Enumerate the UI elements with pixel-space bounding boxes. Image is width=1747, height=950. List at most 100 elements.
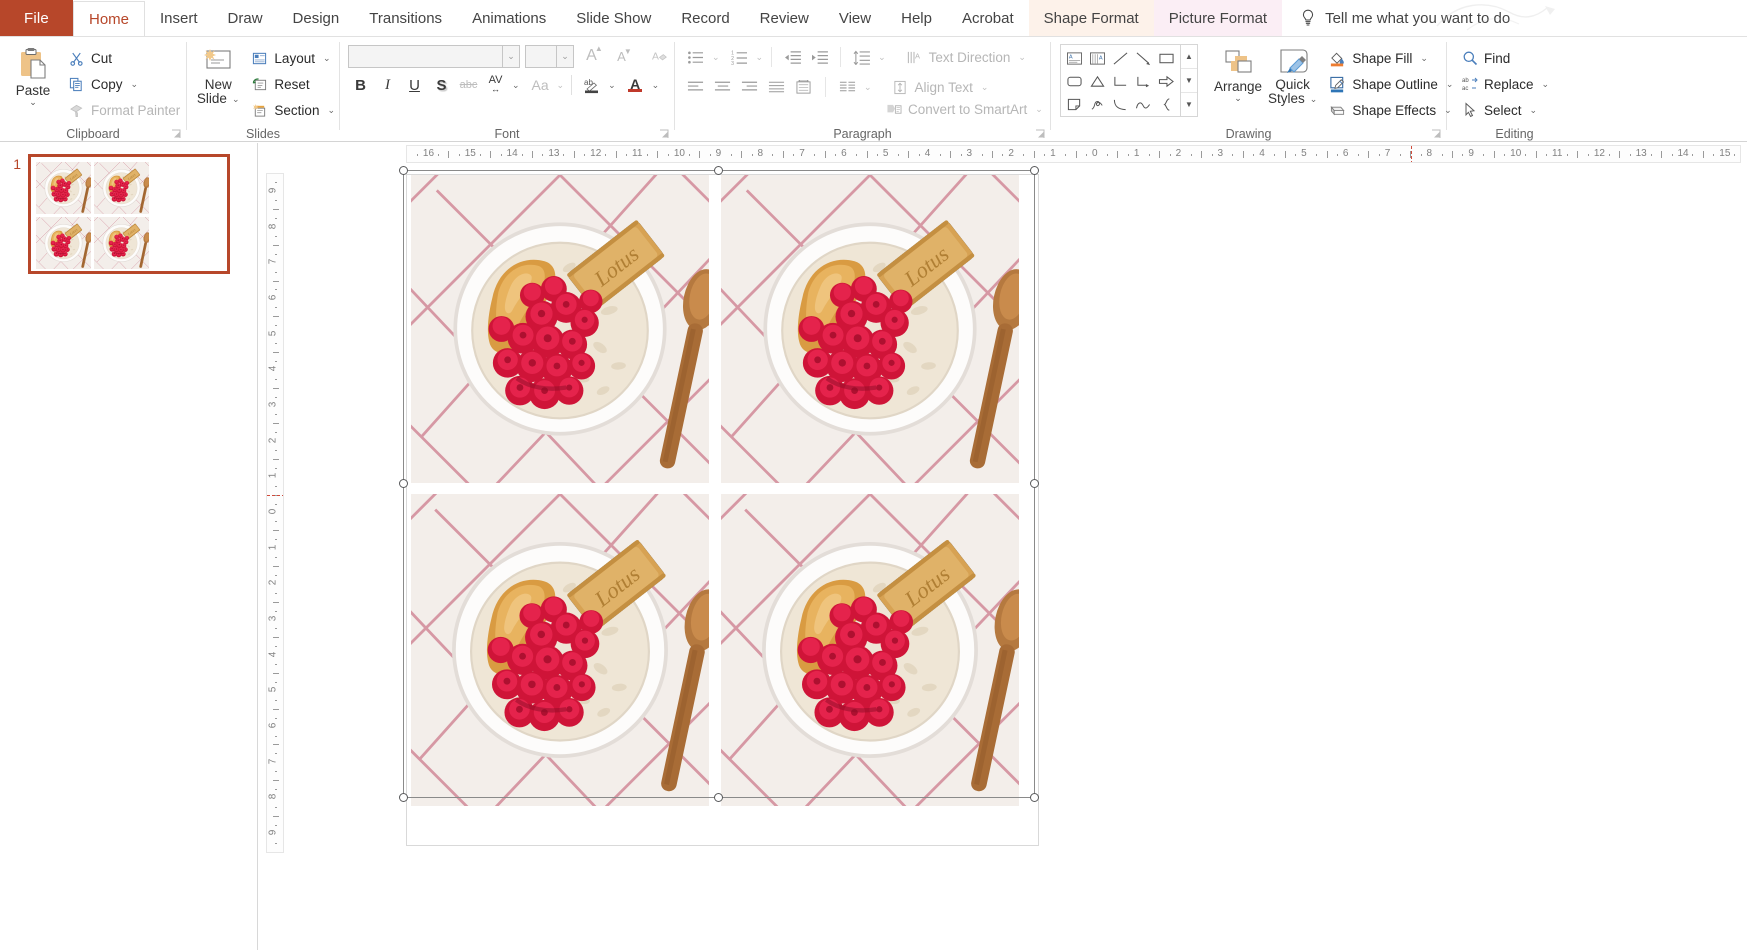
- tab-picture-format[interactable]: Picture Format: [1153, 0, 1283, 36]
- underline-button[interactable]: U: [402, 73, 427, 98]
- tab-design[interactable]: Design: [278, 0, 355, 36]
- slide-thumbnail-pane[interactable]: 1: [0, 143, 258, 950]
- text-highlight-chevron-down-icon[interactable]: ⌄: [608, 80, 616, 91]
- new-slide-button[interactable]: New Slide ⌄: [195, 42, 241, 106]
- character-spacing-chevron-down-icon[interactable]: ⌄: [512, 80, 520, 91]
- format-painter-button[interactable]: Format Painter: [64, 97, 184, 123]
- decrease-indent-button[interactable]: [780, 45, 805, 70]
- text-direction-button[interactable]: A Text Direction ⌄: [902, 44, 1030, 70]
- shape-left-brace[interactable]: [1155, 93, 1178, 116]
- shape-vertical-textbox[interactable]: A: [1086, 47, 1109, 70]
- columns-button[interactable]: [791, 75, 816, 100]
- vertical-ruler[interactable]: 9 8 7 6 5 4 3 2 1 0 1 2 3 4 5 6 7 8 9: [266, 173, 284, 853]
- paste-button[interactable]: Paste ⌄: [8, 42, 58, 107]
- shape-line[interactable]: [1109, 47, 1132, 70]
- bullets-chevron-down-icon[interactable]: ⌄: [712, 52, 720, 63]
- character-spacing-button[interactable]: AV ↔: [483, 73, 508, 98]
- shape-rectangle[interactable]: [1155, 47, 1178, 70]
- change-case-button[interactable]: Aa: [528, 73, 553, 98]
- font-name-chevron-down-icon[interactable]: ⌄: [502, 45, 519, 67]
- paragraph-dialog-launcher-icon[interactable]: [1035, 129, 1046, 140]
- text-columns-chevron-down-icon[interactable]: ⌄: [864, 82, 872, 93]
- text-shadow-button[interactable]: S: [429, 73, 454, 98]
- copy-button[interactable]: Copy ⌄: [64, 71, 184, 97]
- bold-button[interactable]: B: [348, 73, 373, 98]
- new-slide-chevron-down-icon[interactable]: ⌄: [232, 94, 240, 105]
- shape-right-arrow[interactable]: [1155, 70, 1178, 93]
- section-chevron-down-icon[interactable]: ⌄: [327, 105, 335, 116]
- selection-handle-middle-left[interactable]: [399, 479, 408, 488]
- tab-acrobat[interactable]: Acrobat: [947, 0, 1029, 36]
- select-button[interactable]: Select ⌄: [1457, 97, 1553, 123]
- arrange-button[interactable]: Arrange ⌄: [1214, 42, 1262, 103]
- tell-me-search[interactable]: Tell me what you want to do: [1282, 0, 1522, 36]
- shape-textbox[interactable]: A: [1063, 47, 1086, 70]
- quick-styles-chevron-down-icon[interactable]: ⌄: [1310, 94, 1318, 105]
- font-size-combobox[interactable]: ⌄: [525, 44, 574, 68]
- arrange-chevron-down-icon[interactable]: ⌄: [1234, 94, 1242, 103]
- slide-thumbnail-1[interactable]: [28, 154, 230, 274]
- align-center-button[interactable]: [710, 75, 735, 100]
- tab-transitions[interactable]: Transitions: [354, 0, 457, 36]
- italic-button[interactable]: I: [375, 73, 400, 98]
- shape-folded-corner[interactable]: [1063, 93, 1086, 116]
- tab-view[interactable]: View: [824, 0, 886, 36]
- tab-animations[interactable]: Animations: [457, 0, 561, 36]
- text-highlight-color-button[interactable]: ab: [579, 73, 604, 98]
- layout-chevron-down-icon[interactable]: ⌄: [323, 53, 331, 64]
- font-color-button[interactable]: A: [623, 73, 648, 98]
- convert-to-smartart-chevron-down-icon[interactable]: ⌄: [1035, 104, 1043, 115]
- line-spacing-chevron-down-icon[interactable]: ⌄: [878, 52, 886, 63]
- tab-shape-format[interactable]: Shape Format: [1028, 0, 1154, 36]
- shapes-scroll-down-icon[interactable]: ▼: [1181, 69, 1197, 93]
- tab-slide-show[interactable]: Slide Show: [561, 0, 666, 36]
- change-case-chevron-down-icon[interactable]: ⌄: [557, 80, 565, 91]
- bullets-button[interactable]: [683, 45, 708, 70]
- clear-formatting-button[interactable]: A: [647, 44, 672, 69]
- increase-font-size-button[interactable]: A ▲: [579, 44, 604, 69]
- align-text-chevron-down-icon[interactable]: ⌄: [981, 82, 989, 93]
- section-button[interactable]: Section ⌄: [247, 97, 339, 123]
- tab-draw[interactable]: Draw: [213, 0, 278, 36]
- replace-chevron-down-icon[interactable]: ⌄: [1542, 79, 1550, 90]
- shapes-gallery-more-icon[interactable]: ▼: [1181, 93, 1197, 116]
- selection-handle-bottom-left[interactable]: [399, 793, 408, 802]
- decrease-font-size-button[interactable]: A ▼: [609, 44, 634, 69]
- text-columns-button[interactable]: [835, 75, 860, 100]
- shape-triangle[interactable]: [1086, 70, 1109, 93]
- font-size-chevron-down-icon[interactable]: ⌄: [556, 45, 573, 67]
- selection-handle-bottom-right[interactable]: [1030, 793, 1039, 802]
- selection-handle-top-right[interactable]: [1030, 166, 1039, 175]
- shape-arc[interactable]: [1132, 93, 1155, 116]
- replace-button[interactable]: ab ac Replace ⌄: [1457, 71, 1553, 97]
- paste-chevron-down-icon[interactable]: ⌄: [29, 98, 37, 107]
- font-dialog-launcher-icon[interactable]: [659, 129, 670, 140]
- numbering-chevron-down-icon[interactable]: ⌄: [756, 52, 764, 63]
- slide-thumbnail-row[interactable]: 1: [0, 154, 257, 274]
- horizontal-ruler[interactable]: 16 15 14 13 12 11 10 9 8 7 6 5 4 3 2 1 0 1 2 3 4 5 6 7 8 9 10 11 12 1…: [406, 145, 1741, 163]
- tab-record[interactable]: Record: [666, 0, 744, 36]
- justify-button[interactable]: [764, 75, 789, 100]
- numbering-button[interactable]: 1 2 3: [727, 45, 752, 70]
- shape-outline-button[interactable]: Shape Outline ⌄: [1325, 71, 1457, 97]
- shape-rounded-rectangle[interactable]: [1063, 70, 1086, 93]
- layout-button[interactable]: Layout ⌄: [247, 45, 339, 71]
- selection-handle-middle-right[interactable]: [1030, 479, 1039, 488]
- strikethrough-button[interactable]: abc: [456, 73, 481, 98]
- font-color-chevron-down-icon[interactable]: ⌄: [652, 80, 660, 91]
- clipboard-dialog-launcher-icon[interactable]: [171, 129, 182, 140]
- shape-elbow-connector[interactable]: [1109, 70, 1132, 93]
- align-left-button[interactable]: [683, 75, 708, 100]
- find-button[interactable]: Find: [1457, 45, 1553, 71]
- tab-help[interactable]: Help: [886, 0, 947, 36]
- convert-to-smartart-button[interactable]: Convert to SmartArt ⌄: [881, 96, 1047, 122]
- selection-handle-top-left[interactable]: [399, 166, 408, 175]
- copy-chevron-down-icon[interactable]: ⌄: [131, 79, 139, 90]
- shape-curve[interactable]: [1109, 93, 1132, 116]
- shape-scribble[interactable]: [1086, 93, 1109, 116]
- quick-styles-button[interactable]: Quick Styles ⌄: [1268, 42, 1317, 106]
- drawing-dialog-launcher-icon[interactable]: [1431, 129, 1442, 140]
- shape-fill-button[interactable]: Shape Fill ⌄: [1325, 45, 1457, 71]
- cut-button[interactable]: Cut: [64, 45, 184, 71]
- reset-button[interactable]: Reset: [247, 71, 339, 97]
